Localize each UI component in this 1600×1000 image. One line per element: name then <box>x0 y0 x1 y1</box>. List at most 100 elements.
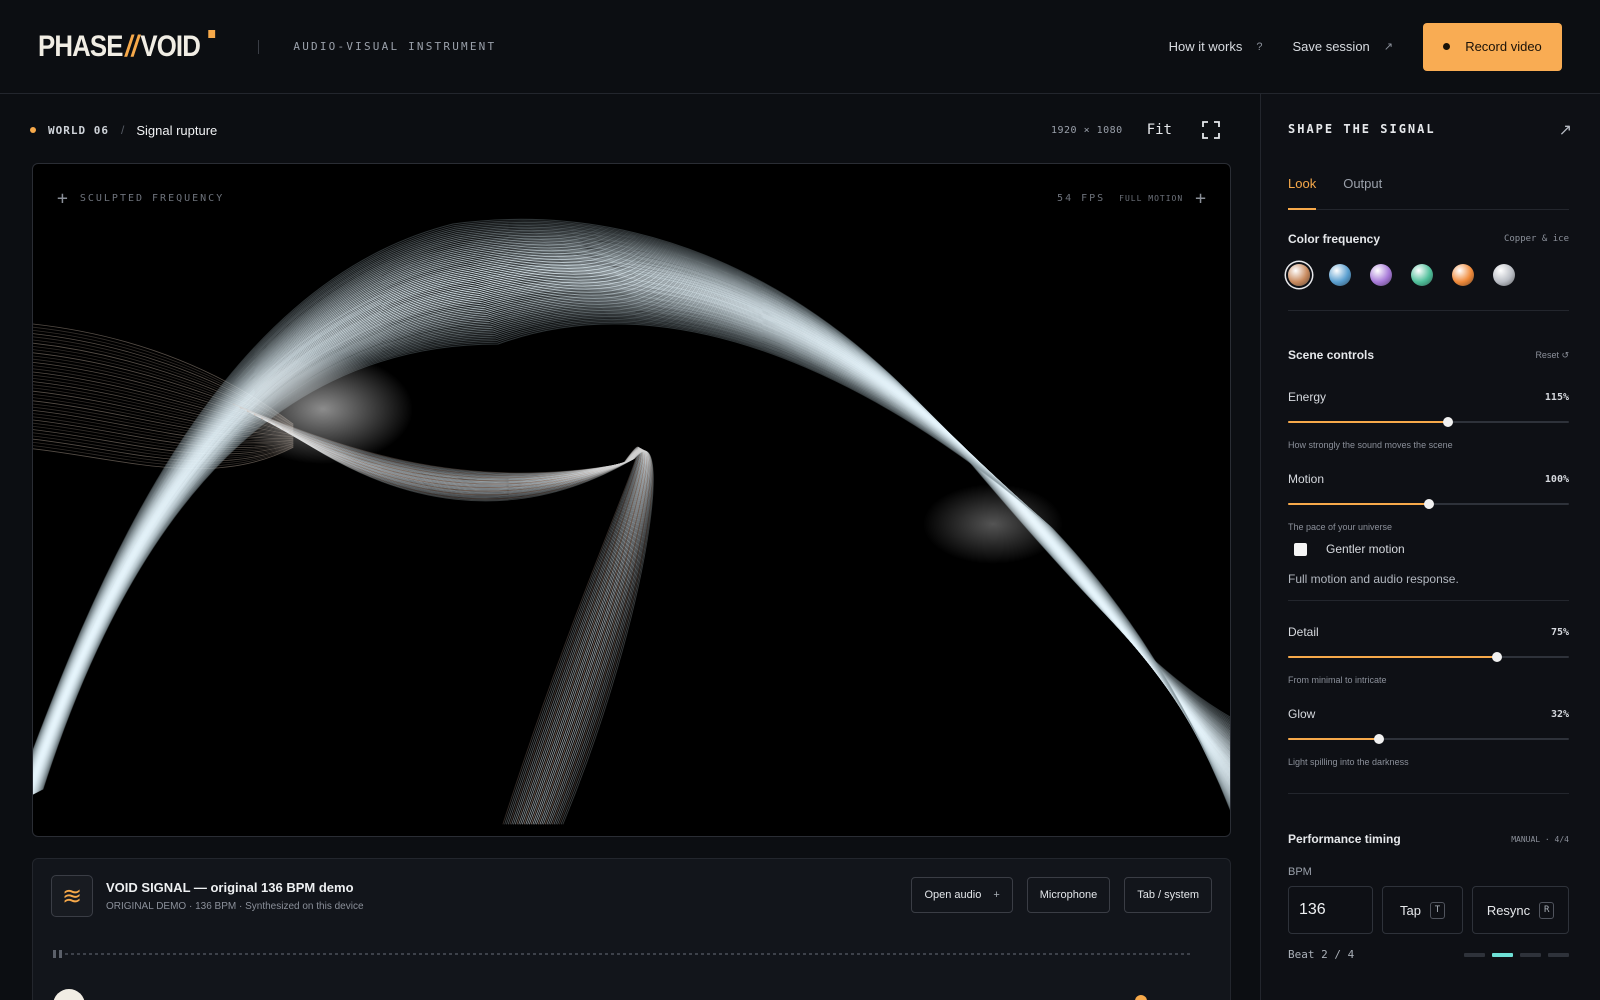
header-divider <box>258 39 260 54</box>
save-session-link[interactable]: Save session ↗ <box>1292 39 1393 54</box>
frequency-label: + SCULPTED FREQUENCY <box>57 188 224 209</box>
motion-slider-thumb[interactable] <box>1423 499 1434 509</box>
waveform-bar <box>1133 953 1136 955</box>
waveform-bar <box>863 953 866 955</box>
detail-slider-thumb[interactable] <box>1492 652 1503 662</box>
waveform-bar <box>767 953 770 955</box>
waveform-bar <box>485 953 488 955</box>
tap-button[interactable]: Tap T <box>1382 886 1463 934</box>
performance-timing-section: Performance timing MANUAL · 4/4 BPM 136 … <box>1288 832 1569 961</box>
beat-cell <box>1520 952 1541 957</box>
waveform-bar <box>545 953 548 955</box>
record-video-button[interactable]: Record video <box>1423 22 1562 71</box>
waveform-bar <box>191 953 194 955</box>
play-button[interactable] <box>53 989 85 1000</box>
color-swatch-row <box>1288 264 1569 286</box>
waveform-bar <box>167 953 170 955</box>
fit-button[interactable]: Fit <box>1147 122 1172 138</box>
waveform-bar <box>311 953 314 955</box>
waveform-bar <box>107 953 110 955</box>
waveform-bar <box>605 953 608 955</box>
waveform-bar <box>503 953 506 955</box>
waveform-bar <box>449 953 452 955</box>
gentler-motion-label: Gentler motion <box>1326 542 1405 556</box>
energy-slider[interactable] <box>1288 417 1569 427</box>
logo-left: PHASE <box>38 29 123 63</box>
waveform-bar <box>647 953 650 955</box>
waveform-bar <box>401 953 404 955</box>
tab-system-button[interactable]: Tab / system <box>1124 877 1212 913</box>
color-swatch[interactable] <box>1411 264 1433 286</box>
waveform-bar <box>953 953 956 955</box>
waveform-bar <box>335 953 338 955</box>
waveform-bar <box>1037 953 1040 955</box>
track-subtitle: ORIGINAL DEMO · 136 BPM · Synthesized on… <box>106 901 364 912</box>
bpm-input[interactable]: 136 <box>1288 886 1373 934</box>
waveform-bar <box>521 953 524 955</box>
logo[interactable]: PHASE // VOID <box>38 29 216 64</box>
detail-label: Detail <box>1288 625 1319 639</box>
beat-cell <box>1492 952 1513 957</box>
color-swatch[interactable] <box>1288 264 1310 286</box>
plus-icon: + <box>57 188 68 209</box>
open-audio-button[interactable]: Open audio + <box>911 877 1013 913</box>
motion-slider[interactable] <box>1288 499 1569 509</box>
fps-text: 54 FPS <box>1057 193 1106 204</box>
glow-slider[interactable] <box>1288 734 1569 744</box>
waveform-bar <box>305 953 308 955</box>
color-swatch[interactable] <box>1370 264 1392 286</box>
waveform-bar <box>755 953 758 955</box>
waveform-bar <box>701 953 704 955</box>
fullscreen-icon[interactable] <box>1202 121 1220 139</box>
visualizer-canvas[interactable]: + SCULPTED FREQUENCY 54 FPS FULL MOTION … <box>32 163 1231 837</box>
energy-control: Energy 115% How strongly the sound moves… <box>1288 390 1569 450</box>
waveform-bar <box>977 953 980 955</box>
world-label[interactable]: WORLD 06 <box>48 124 109 137</box>
waveform-bar <box>581 953 584 955</box>
playhead-marker[interactable] <box>1135 995 1147 1000</box>
waveform-bar <box>359 953 362 955</box>
resync-button[interactable]: Resync R <box>1472 886 1569 934</box>
tab-look[interactable]: Look <box>1288 168 1317 210</box>
motion-value: 100% <box>1544 473 1569 485</box>
waveform-bar <box>875 953 878 955</box>
beat-indicator <box>1457 952 1569 957</box>
waveform-bar <box>161 953 164 955</box>
expand-arrow-icon[interactable]: ↗ <box>1559 120 1572 140</box>
waveform-bar <box>905 953 908 955</box>
waveform-bar <box>1055 953 1058 955</box>
waveform-bar <box>869 953 872 955</box>
energy-slider-thumb[interactable] <box>1443 417 1454 427</box>
resync-label: Resync <box>1486 902 1531 918</box>
tab-output[interactable]: Output <box>1343 168 1382 209</box>
waveform-bar <box>533 953 536 955</box>
color-swatch[interactable] <box>1493 264 1515 286</box>
color-swatch[interactable] <box>1329 264 1351 286</box>
waveform-bar <box>845 953 848 955</box>
waveform-bar <box>425 953 428 955</box>
reset-button[interactable]: Reset ↺ <box>1535 350 1569 361</box>
gentler-motion-checkbox[interactable]: Gentler motion <box>1288 542 1569 556</box>
waveform-bar <box>263 953 266 955</box>
waveform-bar <box>413 953 416 955</box>
waveform-bar <box>269 953 272 955</box>
how-it-works-link[interactable]: How it works ? <box>1169 39 1263 54</box>
detail-slider[interactable] <box>1288 652 1569 662</box>
detail-hint: From minimal to intricate <box>1288 675 1387 685</box>
checkbox-box[interactable] <box>1294 542 1307 556</box>
waveform-bar <box>983 953 986 955</box>
waveform-bar <box>1091 953 1094 955</box>
beat-cell <box>1464 952 1485 957</box>
glow-slider-thumb[interactable] <box>1374 734 1385 744</box>
waveform-bar <box>95 953 98 955</box>
waveform-bar <box>965 953 968 955</box>
waveform-bar <box>1127 953 1130 955</box>
waveform-scrubber[interactable] <box>53 950 1211 958</box>
waveform-bar <box>113 953 116 955</box>
color-swatch[interactable] <box>1452 264 1474 286</box>
waveform-bar <box>887 953 890 955</box>
waveform-bar <box>707 953 710 955</box>
waveform-bar <box>911 953 914 955</box>
microphone-button[interactable]: Microphone <box>1026 877 1111 913</box>
waveform-bar <box>185 953 188 955</box>
